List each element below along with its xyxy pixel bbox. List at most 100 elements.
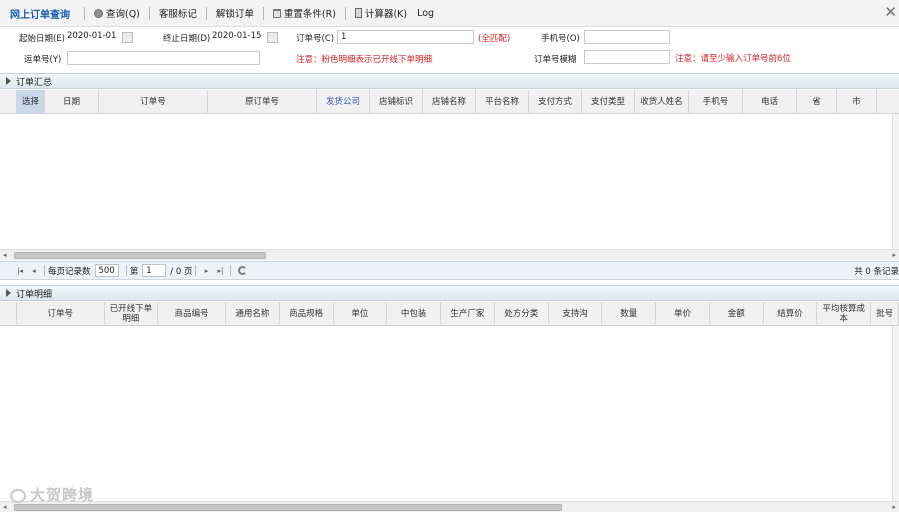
order-detail-grid-header: 订单号 已开线下单明细 商品编号 通用名称 商品规格 单位 中包装 生产厂家 处… <box>0 302 899 326</box>
prev-page-icon[interactable]: ◂ <box>29 266 39 276</box>
phone-input[interactable] <box>584 30 670 44</box>
pager-divider <box>195 265 197 276</box>
column-header[interactable]: 单位 <box>334 302 388 325</box>
vertical-scrollbar[interactable] <box>892 326 899 501</box>
start-date-label: 起始日期(E) <box>19 34 66 44</box>
query-button[interactable]: 查询(Q) <box>89 6 145 20</box>
column-header[interactable]: 订单号 <box>17 302 105 325</box>
end-date-input[interactable]: 2020-01-15 <box>209 30 265 44</box>
column-header[interactable]: 收货人姓名 <box>635 90 689 113</box>
column-header[interactable]: 商品规格 <box>280 302 334 325</box>
reset-conditions-button[interactable]: 重置条件(R) <box>268 6 341 20</box>
order-fuzzy-input[interactable] <box>584 50 670 64</box>
toolbar-divider <box>205 6 207 20</box>
column-header[interactable]: 店铺名称 <box>423 90 476 113</box>
scroll-right-icon[interactable]: ▸ <box>892 503 896 511</box>
start-date-input[interactable]: 2020-01-01 <box>64 30 120 44</box>
unlock-order-label: 解锁订单 <box>215 9 254 20</box>
toolbar-divider <box>148 6 150 20</box>
order-summary-grid-body <box>0 114 899 249</box>
watermark: 大贺跨境 <box>10 484 94 505</box>
column-header[interactable]: 生产厂家 <box>441 302 495 325</box>
calendar-icon[interactable] <box>122 32 133 43</box>
close-icon[interactable]: ✕ <box>884 5 897 20</box>
unlock-order-button[interactable]: 解锁订单 <box>211 6 259 20</box>
order-detail-hscrollbar[interactable]: ◂ ▸ <box>0 501 899 512</box>
log-label: Log <box>417 7 435 19</box>
column-header[interactable]: 中包装 <box>387 302 442 325</box>
full-match-note: (全匹配) <box>478 34 511 44</box>
order-summary-header[interactable]: 订单汇总 <box>0 73 899 89</box>
log-button[interactable]: Log <box>412 8 439 19</box>
cs-mark-label: 客服标记 <box>158 9 197 20</box>
min-digits-note: 注意：请至少输入订单号前6位 <box>675 54 791 64</box>
column-header[interactable]: 金额 <box>710 302 764 325</box>
vertical-scrollbar[interactable] <box>892 114 899 249</box>
last-page-icon[interactable]: ▸| <box>215 266 225 276</box>
column-header[interactable]: 市 <box>837 90 877 113</box>
cs-mark-button[interactable]: 客服标记 <box>154 6 202 20</box>
column-header[interactable]: 批号 <box>871 302 899 325</box>
calculator-button[interactable]: 计算器(K) <box>350 6 412 20</box>
trash-icon <box>272 8 281 18</box>
page-size-label: 每页记录数 <box>48 266 91 277</box>
filter-form: 起始日期(E) 2020-01-01 终止日期(D) 2020-01-15 订单… <box>0 27 899 71</box>
order-summary-grid-header: 选择 日期 订单号 原订单号 发货公司 店铺标识 店铺名称 平台名称 支付方式 … <box>0 90 899 114</box>
toolbar-divider <box>262 6 264 20</box>
first-page-icon[interactable]: |◂ <box>15 266 25 276</box>
column-header[interactable]: 日期 <box>45 90 99 113</box>
pager-divider <box>44 265 45 276</box>
column-header[interactable]: 平均核算成本 <box>817 302 872 325</box>
column-header[interactable]: 数量 <box>602 302 657 325</box>
next-page-icon[interactable]: ▸ <box>201 266 211 276</box>
row-number-header <box>0 302 17 325</box>
column-header[interactable]: 商品编号 <box>158 302 226 325</box>
scroll-right-icon[interactable]: ▸ <box>892 251 896 259</box>
column-header[interactable]: 订单号 <box>99 90 208 113</box>
scroll-thumb[interactable] <box>14 504 562 511</box>
column-header[interactable]: 结算价 <box>764 302 818 325</box>
column-header[interactable]: 平台名称 <box>476 90 529 113</box>
scroll-thumb[interactable] <box>14 252 266 259</box>
column-header[interactable]: 发货公司 <box>317 90 370 113</box>
page-prefix: 第 <box>129 266 139 277</box>
watermark-text: 大贺跨境 <box>30 486 95 504</box>
calendar-icon[interactable] <box>267 32 278 43</box>
refresh-icon[interactable] <box>238 266 248 275</box>
expand-arrow-icon <box>6 289 11 297</box>
scroll-left-icon[interactable]: ◂ <box>3 251 7 259</box>
pagination-bar: |◂ ◂ 每页记录数 500 第 1 / 0 页 ▸ ▸| 共 0 条记录 <box>0 261 899 280</box>
column-header[interactable]: 店铺标识 <box>370 90 423 113</box>
end-date-label: 终止日期(D) <box>163 34 211 44</box>
order-no-input[interactable]: 1 <box>337 30 474 44</box>
page-number-input[interactable]: 1 <box>142 264 167 277</box>
column-header[interactable]: 省 <box>797 90 837 113</box>
total-records: 共 0 条记录 <box>854 266 899 277</box>
pager-divider <box>125 265 127 276</box>
query-icon <box>94 8 103 18</box>
query-label: 查询(Q) <box>106 9 140 20</box>
order-summary-title: 订单汇总 <box>16 77 53 88</box>
column-header[interactable]: 支付类型 <box>582 90 635 113</box>
column-header[interactable]: 已开线下单明细 <box>105 302 159 325</box>
column-header[interactable]: 电话 <box>743 90 797 113</box>
column-header[interactable]: 单价 <box>656 302 710 325</box>
column-header[interactable]: 手机号 <box>689 90 743 113</box>
page-title: 网上订单查询 <box>10 9 70 21</box>
column-header[interactable]: 原订单号 <box>208 90 317 113</box>
order-detail-header[interactable]: 订单明细 <box>0 285 899 301</box>
page-size-input[interactable]: 500 <box>94 264 119 277</box>
column-header[interactable]: 支付方式 <box>529 90 582 113</box>
column-header[interactable]: 处方分类 <box>495 302 549 325</box>
column-header[interactable]: 支持沟 <box>549 302 603 325</box>
order-fuzzy-label: 订单号模糊 <box>534 55 577 65</box>
order-summary-hscrollbar[interactable]: ◂ ▸ <box>0 249 899 260</box>
reset-label: 重置条件(R) <box>283 9 336 20</box>
column-header[interactable]: 通用名称 <box>226 302 280 325</box>
expand-arrow-icon <box>6 77 11 85</box>
scroll-left-icon[interactable]: ◂ <box>3 503 7 511</box>
waybill-input[interactable] <box>67 51 260 65</box>
toolbar-divider <box>344 6 346 20</box>
waybill-label: 运单号(Y) <box>24 55 62 65</box>
column-header[interactable]: 选择 <box>17 90 45 113</box>
